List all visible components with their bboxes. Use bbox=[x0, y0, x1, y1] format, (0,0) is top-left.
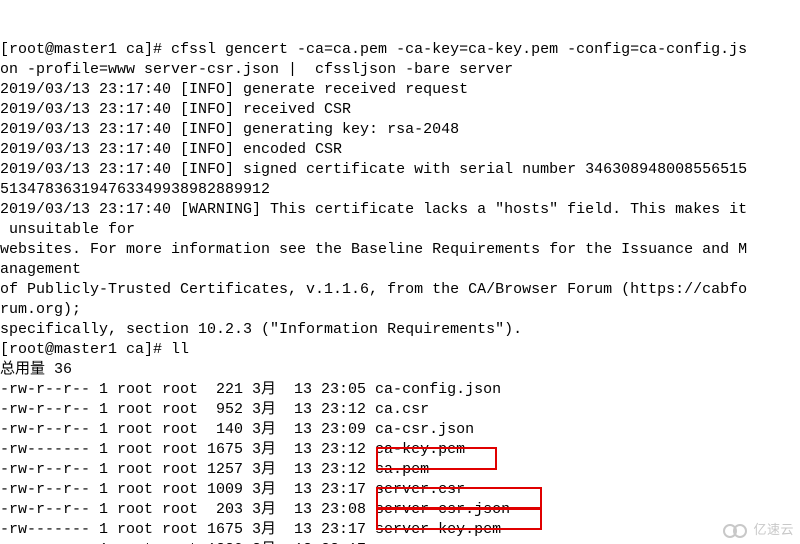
terminal-line: 2019/03/13 23:17:40 [INFO] signed certif… bbox=[0, 160, 800, 180]
terminal-line: rum.org); bbox=[0, 300, 800, 320]
terminal-line: 2019/03/13 23:17:40 [INFO] received CSR bbox=[0, 100, 800, 120]
terminal-line: websites. For more information see the B… bbox=[0, 240, 800, 260]
terminal-line: -rw-r--r-- 1 root root 1257 3月 13 23:12 … bbox=[0, 460, 800, 480]
watermark: 亿速云 bbox=[723, 520, 794, 540]
terminal-line: unsuitable for bbox=[0, 220, 800, 240]
terminal-line: [root@master1 ca]# cfssl gencert -ca=ca.… bbox=[0, 40, 800, 60]
terminal-line: -rw-r--r-- 1 root root 1009 3月 13 23:17 … bbox=[0, 480, 800, 500]
terminal-line: -rw-r--r-- 1 root root 221 3月 13 23:05 c… bbox=[0, 380, 800, 400]
watermark-text: 亿速云 bbox=[753, 520, 794, 540]
terminal-line: 总用量 36 bbox=[0, 360, 800, 380]
terminal-line: 2019/03/13 23:17:40 [INFO] encoded CSR bbox=[0, 140, 800, 160]
terminal-line: 2019/03/13 23:17:40 [INFO] generating ke… bbox=[0, 120, 800, 140]
terminal-line: 2019/03/13 23:17:40 [INFO] generate rece… bbox=[0, 80, 800, 100]
terminal-output: [root@master1 ca]# cfssl gencert -ca=ca.… bbox=[0, 40, 800, 544]
terminal-line: 2019/03/13 23:17:40 [WARNING] This certi… bbox=[0, 200, 800, 220]
terminal-line: -rw-r--r-- 1 root root 1330 3月 13 23:17 … bbox=[0, 540, 800, 544]
terminal-line: anagement bbox=[0, 260, 800, 280]
terminal-line: [root@master1 ca]# ll bbox=[0, 340, 800, 360]
terminal-line: specifically, section 10.2.3 ("Informati… bbox=[0, 320, 800, 340]
terminal-line: -rw-r--r-- 1 root root 203 3月 13 23:08 s… bbox=[0, 500, 800, 520]
terminal-line: -rw------- 1 root root 1675 3月 13 23:17 … bbox=[0, 520, 800, 540]
cloud-icon bbox=[723, 523, 749, 537]
terminal-line: -rw-r--r-- 1 root root 952 3月 13 23:12 c… bbox=[0, 400, 800, 420]
terminal-line: -rw-r--r-- 1 root root 140 3月 13 23:09 c… bbox=[0, 420, 800, 440]
terminal-line: -rw------- 1 root root 1675 3月 13 23:12 … bbox=[0, 440, 800, 460]
terminal-window[interactable]: [root@master1 ca]# cfssl gencert -ca=ca.… bbox=[0, 0, 800, 544]
terminal-line: on -profile=www server-csr.json | cfsslj… bbox=[0, 60, 800, 80]
terminal-line: of Publicly-Trusted Certificates, v.1.1.… bbox=[0, 280, 800, 300]
terminal-line: 513478363194763349938982889912 bbox=[0, 180, 800, 200]
